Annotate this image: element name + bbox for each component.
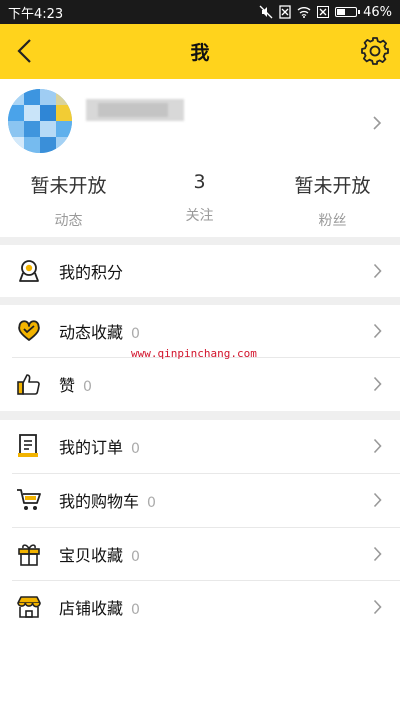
status-icons: 46% bbox=[259, 5, 392, 20]
menu-item-text: 我的购物车 bbox=[59, 492, 140, 511]
battery-icon bbox=[335, 7, 361, 17]
stat-label: 粉丝 bbox=[318, 213, 347, 229]
menu-item-count: 0 bbox=[147, 495, 156, 511]
profile-section[interactable] bbox=[0, 79, 400, 167]
chevron-right-icon bbox=[373, 323, 382, 339]
menu-item-label: 宝贝收藏 0 bbox=[59, 542, 140, 566]
back-arrow-icon[interactable] bbox=[10, 35, 42, 67]
chevron-right-icon bbox=[373, 438, 382, 454]
wifi-icon bbox=[297, 7, 311, 18]
stat-value: 3 bbox=[193, 171, 206, 193]
top-header: 我 bbox=[0, 24, 400, 79]
status-bar: 下午4:23 46% bbox=[0, 0, 400, 24]
gift-box-icon bbox=[18, 544, 40, 566]
menu-item-count: 0 bbox=[83, 379, 92, 395]
stat-posts[interactable]: 暂未开放 动态 bbox=[2, 167, 135, 230]
menu-item-fav-items[interactable]: 宝贝收藏 0 bbox=[0, 528, 400, 580]
avatar-pixelated-image bbox=[8, 89, 72, 153]
menu-item-points[interactable]: 我的积分 bbox=[0, 245, 400, 297]
chevron-right-icon bbox=[373, 546, 382, 562]
stat-value: 暂未开放 bbox=[30, 175, 107, 197]
menu-item-label: 我的积分 bbox=[59, 263, 124, 282]
menu-item-count: 0 bbox=[131, 326, 140, 342]
battery-percent: 46% bbox=[363, 4, 392, 20]
stat-value: 暂未开放 bbox=[294, 175, 371, 197]
menu-item-count: 0 bbox=[131, 549, 140, 565]
heart-icon bbox=[18, 320, 40, 341]
section-divider bbox=[0, 411, 400, 420]
menu-item-label: 我的购物车 0 bbox=[59, 488, 156, 512]
menu-item-fav-shops[interactable]: 店铺收藏 0 bbox=[0, 581, 400, 633]
menu-item-text: 宝贝收藏 bbox=[59, 546, 124, 565]
shopping-cart-icon bbox=[17, 489, 41, 510]
menu-item-text: 店铺收藏 bbox=[59, 599, 124, 618]
menu-item-count: 0 bbox=[131, 602, 140, 618]
signal-x-icon bbox=[317, 6, 330, 18]
order-list-icon bbox=[18, 434, 38, 457]
avatar[interactable] bbox=[8, 89, 72, 153]
storefront-icon bbox=[17, 596, 41, 618]
menu-item-cart[interactable]: 我的购物车 0 bbox=[0, 474, 400, 526]
points-medal-icon bbox=[19, 260, 39, 282]
stat-label: 动态 bbox=[54, 213, 83, 229]
menu-item-orders[interactable]: 我的订单 0 bbox=[0, 420, 400, 472]
menu-item-likes[interactable]: 赞0 bbox=[0, 358, 400, 410]
battery-level-fill bbox=[337, 9, 345, 15]
chevron-right-icon bbox=[373, 599, 382, 615]
stat-label: 关注 bbox=[185, 208, 214, 224]
sim-icon bbox=[279, 5, 291, 19]
section-divider bbox=[0, 297, 400, 305]
menu-item-label: 动态收藏 0 bbox=[59, 319, 140, 343]
mute-icon bbox=[259, 5, 273, 19]
stat-following[interactable]: 3 关注 bbox=[133, 167, 266, 225]
menu-item-text: 赞 bbox=[59, 376, 76, 395]
settings-gear-icon[interactable] bbox=[360, 36, 390, 66]
status-time: 下午4:23 bbox=[8, 6, 64, 22]
thumbs-up-icon bbox=[17, 374, 40, 395]
menu-item-text: 动态收藏 bbox=[59, 323, 124, 342]
chevron-right-icon bbox=[373, 492, 382, 508]
menu-item-text: 我的订单 bbox=[59, 438, 124, 457]
stat-followers[interactable]: 暂未开放 粉丝 bbox=[266, 167, 399, 230]
menu-item-label: 店铺收藏 0 bbox=[59, 595, 140, 619]
section-divider bbox=[0, 237, 400, 245]
profile-chevron-right-icon bbox=[373, 116, 382, 130]
menu-item-label: 赞0 bbox=[59, 372, 92, 396]
page-title: 我 bbox=[190, 42, 210, 64]
username-blurred bbox=[86, 99, 184, 121]
chevron-right-icon bbox=[373, 376, 382, 392]
chevron-right-icon bbox=[373, 263, 382, 279]
stats-bar: 暂未开放 动态 3 关注 暂未开放 粉丝 bbox=[0, 167, 400, 237]
menu-item-label: 我的订单 0 bbox=[59, 434, 140, 458]
menu-item-count: 0 bbox=[131, 441, 140, 457]
